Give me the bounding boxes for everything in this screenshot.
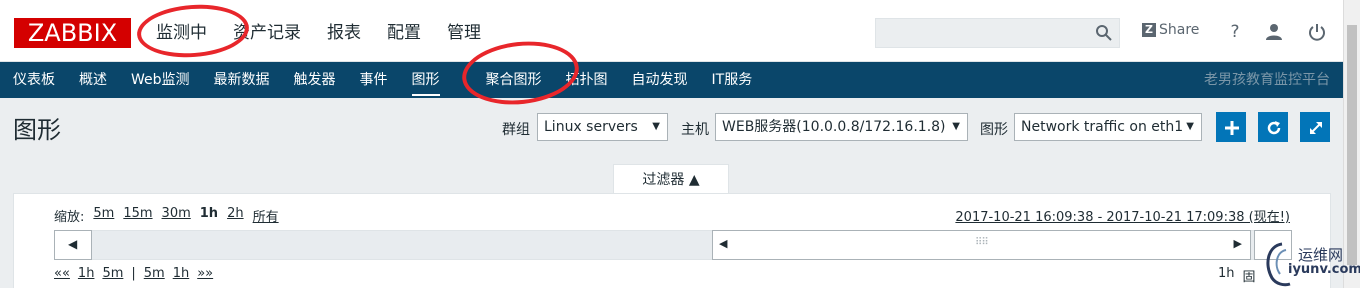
subnav-overview[interactable]: 概述 [79,62,107,98]
period-fixed-toggle[interactable]: 固 [1243,266,1256,285]
host-label: 主机 [681,122,709,138]
timeline-back-button[interactable]: ◀ [54,230,92,260]
subnav-web[interactable]: Web监测 [131,62,190,98]
user-profile-icon[interactable] [1264,22,1284,42]
host-select[interactable]: WEB服务器(10.0.0.8/172.16.1.8) ▼ [715,113,968,141]
plus-icon [1225,121,1239,135]
grip-icon[interactable]: ⠿⠿ [975,237,989,248]
filter-toggle-tab[interactable]: 过滤器 ▲ [613,164,729,194]
share-button[interactable]: Z Share [1142,22,1199,38]
subnav-screens[interactable]: 聚合图形 [486,62,542,98]
chevron-down-icon: ▼ [652,121,660,132]
logout-power-icon[interactable] [1307,22,1327,42]
chevron-down-icon: ▼ [952,121,960,132]
watermark-line2: iyunv.com [1288,262,1360,277]
subnav-dashboard[interactable]: 仪表板 [13,62,55,98]
zoom-label: 缩放: [54,210,85,225]
zoom-5m[interactable]: 5m [93,206,114,225]
add-to-favorites-button[interactable] [1216,112,1246,142]
subnav-latest-data[interactable]: 最新数据 [214,62,270,98]
nav-forward-1h[interactable]: 1h [173,266,190,281]
zoom-all[interactable]: 所有 [253,206,279,225]
subnav-graphs[interactable]: 图形 [411,62,440,98]
page-title: 图形 [13,116,61,144]
nav-last[interactable]: »» [197,266,213,281]
search-icon[interactable] [1095,24,1113,42]
zoom-row: 缩放: 5m 15m 30m 1h 2h 所有 [54,206,279,225]
search-input[interactable] [875,18,1120,48]
refresh-icon [1267,121,1281,135]
graph-select-value: Network traffic on eth1 [1021,119,1184,135]
help-icon[interactable]: ? [1225,22,1245,42]
subnav-it-services[interactable]: IT服务 [712,62,753,98]
menu-configuration[interactable]: 配置 [387,20,421,46]
zoom-30m[interactable]: 30m [162,206,191,225]
subnav-events[interactable]: 事件 [360,62,388,98]
graph-label: 图形 [980,122,1008,138]
time-range[interactable]: 2017-10-21 16:09:38 - 2017-10-21 17:09:3… [955,206,1290,225]
arrow-left-icon: ◀ [68,237,78,251]
zabbix-logo[interactable]: ZABBIX [14,18,131,48]
menu-inventory[interactable]: 资产记录 [233,20,301,46]
nav-back-1h[interactable]: 1h [78,266,95,281]
nav-first[interactable]: «« [54,266,70,281]
watermark: 运维网 iyunv.com [1262,238,1360,288]
nav-forward-5m[interactable]: 5m [144,266,165,281]
period-left-handle-icon[interactable]: ◀ [719,237,727,250]
nav-separator: | [131,266,136,281]
graph-select[interactable]: Network traffic on eth1 ▼ [1014,113,1202,141]
host-select-value: WEB服务器(10.0.0.8/172.16.1.8) [722,119,946,135]
share-z-icon: Z [1142,23,1156,37]
sub-navigation: 仪表板 概述 Web监测 最新数据 触发器 事件 图形 聚合图形 拓扑图 自动发… [0,62,1343,98]
zoom-2h[interactable]: 2h [227,206,244,225]
scrollbar-thumb[interactable] [1347,25,1357,265]
period-navigation: «« 1h 5m | 5m 1h »» [54,266,213,281]
timeline-period-bar[interactable]: ◀ ⠿⠿ ▶ [712,230,1251,260]
period-length: 1h [1218,266,1235,281]
subnav-discovery[interactable]: 自动发现 [632,62,688,98]
zoom-1h-selected[interactable]: 1h [200,206,218,225]
subnav-triggers[interactable]: 触发器 [294,62,336,98]
share-label: Share [1159,22,1200,38]
menu-monitoring[interactable]: 监测中 [156,20,207,46]
period-info: 1h 固 [1218,266,1256,285]
group-label: 群组 [502,122,530,138]
period-right-handle-icon[interactable]: ▶ [1234,237,1242,250]
subnav-maps[interactable]: 拓扑图 [566,62,608,98]
menu-reports[interactable]: 报表 [327,20,361,46]
chevron-down-icon: ▼ [1186,121,1194,132]
menu-administration[interactable]: 管理 [447,20,481,46]
nav-back-5m[interactable]: 5m [102,266,123,281]
group-select[interactable]: Linux servers ▼ [537,113,668,141]
fullscreen-icon [1310,122,1322,134]
zoom-15m[interactable]: 15m [123,206,152,225]
group-select-value: Linux servers [544,119,638,135]
top-header: ZABBIX 监测中 资产记录 报表 配置 管理 Z Share ? [0,0,1360,62]
fullscreen-button[interactable] [1300,112,1330,142]
brand-text: 老男孩教育监控平台 [1204,72,1330,88]
refresh-button[interactable] [1258,112,1288,142]
main-menu: 监测中 资产记录 报表 配置 管理 [156,20,481,46]
